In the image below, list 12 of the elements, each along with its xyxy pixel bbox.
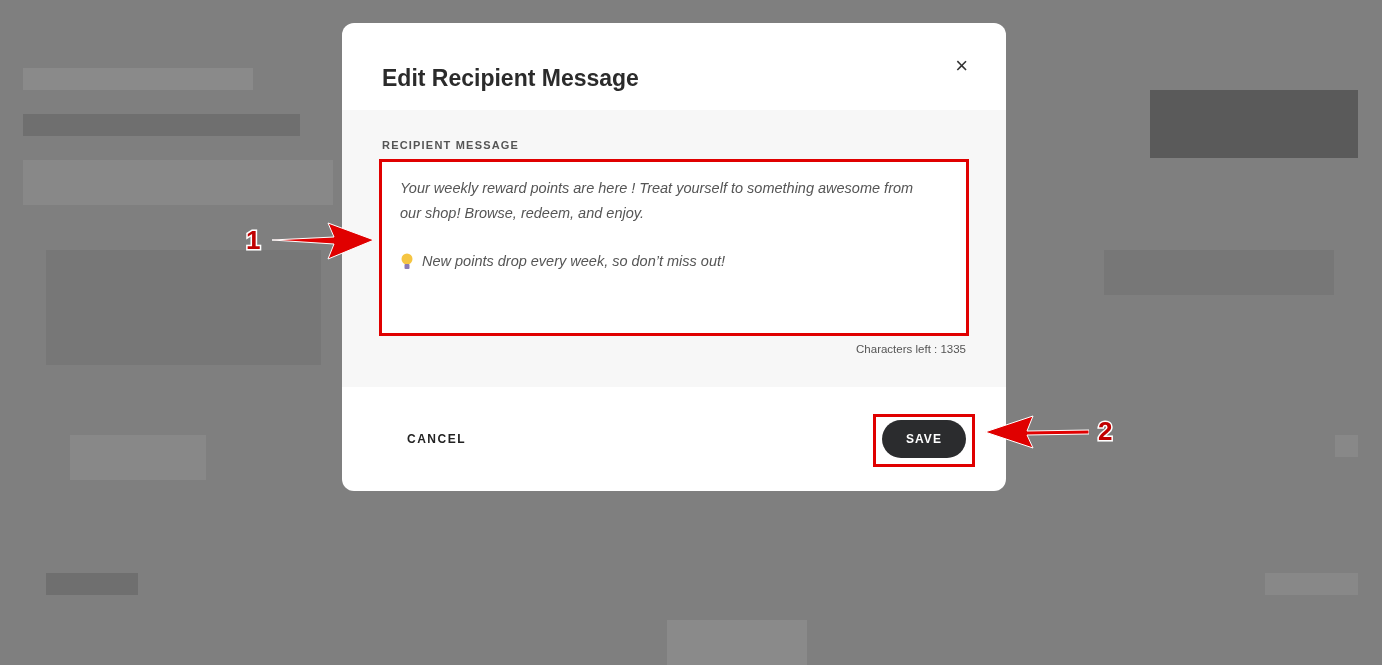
character-counter: Characters left : 1335 xyxy=(856,342,966,357)
callout-number: 2 xyxy=(1098,415,1113,447)
lightbulb-icon xyxy=(400,252,414,271)
cancel-button[interactable]: CANCEL xyxy=(407,430,466,448)
save-button[interactable]: SAVE xyxy=(882,420,966,458)
message-text: Your weekly reward points are here ! Treat yourself to something awesome from our shop! Browse, redeem, and enjoy. xyxy=(400,179,915,223)
callout-number: 1 xyxy=(246,224,261,256)
dialog-title: Edit Recipient Message xyxy=(382,64,639,93)
message-field[interactable]: Your weekly reward points are here ! Treat yourself to something awesome from our shop! Browse, redeem, and enjoy. New points drop every week, so don’t miss out! xyxy=(382,162,966,333)
field-label: RECIPIENT MESSAGE xyxy=(382,138,521,152)
close-button[interactable]: × xyxy=(955,55,968,77)
message-text: New points drop every week, so don’t miss out! xyxy=(422,252,726,271)
